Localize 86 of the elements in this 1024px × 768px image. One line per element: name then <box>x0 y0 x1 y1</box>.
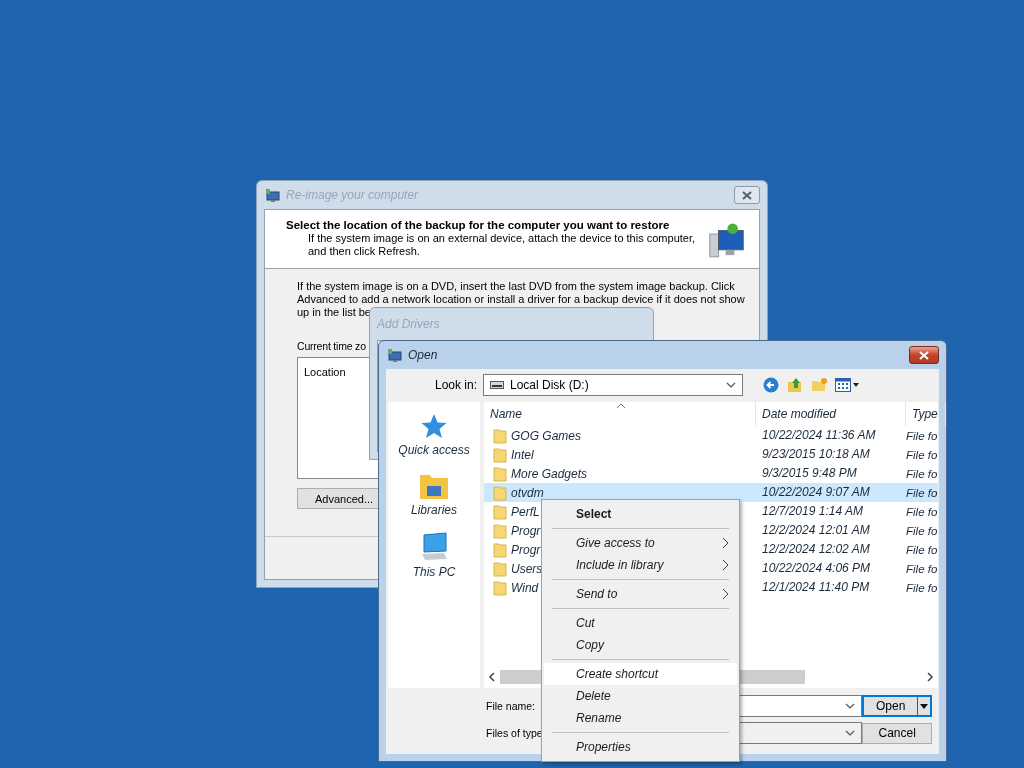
file-type: File fo <box>905 467 938 480</box>
column-header[interactable]: Type <box>906 402 946 426</box>
place-item[interactable]: This PC <box>412 532 456 582</box>
folder-icon <box>493 560 507 577</box>
look-in-dropdown[interactable]: Local Disk (D:) <box>483 374 743 396</box>
menu-item[interactable]: Select <box>544 503 737 525</box>
folder-icon <box>493 541 507 558</box>
back-icon[interactable] <box>763 377 779 393</box>
column-header[interactable]: Name <box>484 402 756 426</box>
column-header[interactable]: Date modified <box>756 402 906 426</box>
date-modified: 10/22/2024 4:06 PM <box>761 560 872 577</box>
menu-item[interactable]: Include in library <box>544 554 737 576</box>
date-modified: 10/22/2024 11:36 AM <box>761 427 877 444</box>
file-type: File fo <box>905 505 938 518</box>
file-type: File fo <box>905 429 938 442</box>
instruction-text: If the system image is on an external device, attach the device to this computer, and then click Refresh. <box>307 232 697 258</box>
folder-icon <box>493 427 507 444</box>
scroll-right-icon[interactable] <box>926 672 934 682</box>
close-button[interactable] <box>734 186 760 204</box>
file-name-label: File name: <box>485 700 537 712</box>
file-name[interactable]: GOG Games <box>511 428 581 443</box>
date-modified: 12/2/2024 12:01 AM <box>761 522 871 539</box>
window-title: Add Drivers <box>377 317 440 331</box>
computer-icon <box>419 532 449 562</box>
place-item[interactable]: Quick access <box>398 412 470 462</box>
close-icon <box>919 350 929 360</box>
dropdown-icon <box>726 382 736 388</box>
app-icon <box>386 347 402 363</box>
place-item[interactable]: Libraries <box>411 472 457 522</box>
menu-item[interactable]: Send to <box>544 583 737 605</box>
file-type: File fo <box>905 581 938 594</box>
drive-icon <box>490 381 504 389</box>
menu-item[interactable]: Copy <box>544 634 737 656</box>
file-type: File fo <box>905 486 938 499</box>
date-modified: 12/7/2019 1:14 AM <box>761 503 864 520</box>
library-folder-icon <box>419 472 449 500</box>
menu-item[interactable]: Give access to <box>544 532 737 554</box>
folder-icon <box>493 579 507 596</box>
file-name[interactable]: More Gadgets <box>511 466 588 481</box>
sort-caret-icon <box>616 403 626 409</box>
menu-item[interactable]: Create shortcut <box>544 663 737 685</box>
close-button[interactable] <box>909 346 939 364</box>
body-text: If the system image is on a DVD, insert the last DVD from the system image backup. Click Advanced to add a network location or install a driver for a backup device if it does not show up in the list be <box>297 280 745 319</box>
heading-text: Select the location of the backup for the computer you want to restore <box>286 219 671 231</box>
folder-icon <box>493 522 507 539</box>
close-icon <box>742 190 752 200</box>
menu-item[interactable]: Rename <box>544 707 737 729</box>
app-icon <box>264 187 280 203</box>
dropdown-icon <box>920 703 928 709</box>
file-name[interactable]: otvdm <box>511 485 544 500</box>
folder-icon <box>493 503 507 520</box>
dropdown-icon <box>845 730 856 736</box>
file-name[interactable]: Progr <box>511 523 541 538</box>
menu-item[interactable]: Delete <box>544 685 737 707</box>
date-modified: 12/1/2024 11:40 PM <box>761 579 871 596</box>
window-title: Re-image your computer <box>286 188 419 202</box>
file-type: File fo <box>905 543 938 556</box>
file-type-label: Files of type <box>485 727 544 739</box>
file-type: File fo <box>905 562 938 575</box>
date-modified: 9/3/2015 9:48 PM <box>761 465 858 482</box>
star-icon <box>420 412 448 440</box>
look-in-label: Look in: <box>433 378 477 392</box>
date-modified: 12/2/2024 12:02 AM <box>761 541 871 558</box>
folder-icon <box>493 484 507 501</box>
cancel-button[interactable]: Cancel <box>862 722 932 744</box>
up-folder-icon[interactable] <box>787 377 803 393</box>
file-name[interactable]: PerfL <box>511 504 540 519</box>
file-name[interactable]: Intel <box>511 447 534 462</box>
folder-icon <box>493 465 507 482</box>
file-name[interactable]: Wind <box>511 580 539 595</box>
file-name[interactable]: Progr <box>511 542 541 557</box>
open-button[interactable]: Open <box>862 695 932 717</box>
time-zone-label: Current time zo <box>297 340 366 352</box>
folder-icon <box>493 446 507 463</box>
advanced-button[interactable]: Advanced... <box>297 488 379 509</box>
file-type: File fo <box>905 448 938 461</box>
scroll-left-icon[interactable] <box>488 672 496 682</box>
file-type: File fo <box>905 524 938 537</box>
menu-item[interactable]: Cut <box>544 612 737 634</box>
view-menu-icon[interactable] <box>835 378 859 392</box>
window-title: Open <box>408 348 438 362</box>
menu-item[interactable]: Properties <box>544 736 737 758</box>
dropdown-icon <box>845 703 856 709</box>
date-modified: 9/23/2015 10:18 AM <box>761 446 871 463</box>
column-header: Location <box>304 366 346 378</box>
file-name[interactable]: Users <box>511 561 543 576</box>
